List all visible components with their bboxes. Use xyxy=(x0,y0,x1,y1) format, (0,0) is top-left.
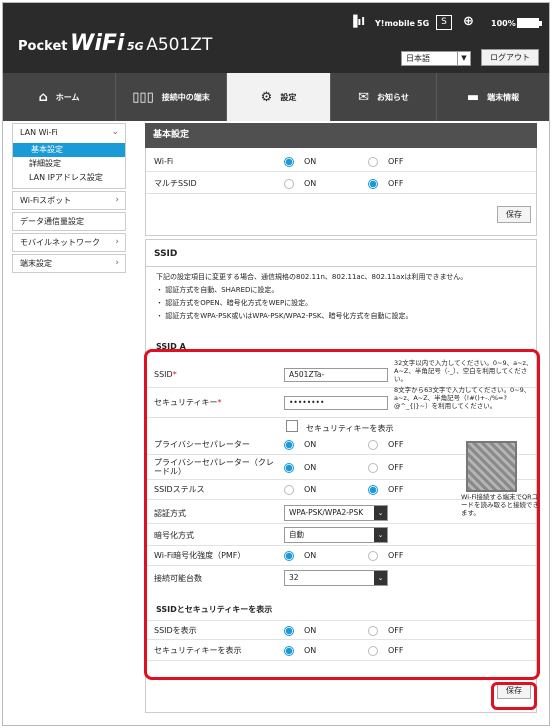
highlight-save xyxy=(491,682,537,710)
divider xyxy=(146,266,536,267)
section-ssid-title: SSID xyxy=(154,249,178,259)
brand-wifi: WiFi xyxy=(70,31,125,56)
sidebar-item-mobile[interactable]: モバイルネットワーク › xyxy=(12,233,126,252)
battery-label: 100% xyxy=(491,19,516,28)
sidebar-group-lan: LAN Wi-Fi ⌄ 基本設定 詳細設定 LAN IPアドレス設定 xyxy=(12,123,126,189)
chevron-up-icon: ⌄ xyxy=(111,127,119,137)
row-multi-ssid: マルチSSID ON OFF xyxy=(146,174,536,194)
sidebar: LAN Wi-Fi ⌄ 基本設定 詳細設定 LAN IPアドレス設定 Wi-Fiス… xyxy=(12,123,126,275)
signal-bars-icon: ▐ıl xyxy=(349,15,366,28)
language-select[interactable]: 日本語 ▼ xyxy=(401,51,471,66)
multi-ssid-label: マルチSSID xyxy=(154,179,197,188)
sidebar-item-data[interactable]: データ通信量設定 xyxy=(12,212,126,231)
brand-5g: 5G xyxy=(126,40,144,53)
brand-model: A501ZT xyxy=(146,35,213,55)
wifi-on-label: ON xyxy=(304,157,317,166)
tab-settings-label: 設定 xyxy=(280,92,297,102)
chevron-right-icon: › xyxy=(115,195,119,205)
chevron-right-icon: › xyxy=(115,258,119,268)
sim-icon: S xyxy=(436,15,452,30)
sidebar-item-label: モバイルネットワーク xyxy=(20,238,100,247)
sidebar-item-label: 端末設定 xyxy=(20,259,52,268)
wifi-on-radio[interactable] xyxy=(284,157,294,167)
chevron-right-icon: › xyxy=(115,237,119,247)
tab-home-label: ホーム xyxy=(55,92,80,102)
main-nav: ⌂ ホーム ▯▯▯ 接続中の端末 ⚙ 設定 ✉ お知らせ ▬ 端末情報 xyxy=(3,73,549,121)
carrier-label: Y!mobile xyxy=(375,19,415,28)
sidebar-item-basic[interactable]: 基本設定 xyxy=(13,143,125,157)
gear-icon: ⚙ xyxy=(260,89,273,105)
tab-device-info[interactable]: ▬ 端末情報 xyxy=(437,73,549,121)
ssid-bullet-2: ・ 認証方式をOPEN、暗号化方式をWEPに設定。 xyxy=(156,299,313,307)
sidebar-item-device[interactable]: 端末設定 › xyxy=(12,254,126,273)
device-info-icon: ▬ xyxy=(466,89,480,105)
row-wifi: Wi-Fi ON OFF xyxy=(146,152,536,172)
mail-icon: ✉ xyxy=(358,89,370,105)
tab-info-label: 端末情報 xyxy=(487,92,520,102)
tab-news[interactable]: ✉ お知らせ xyxy=(331,73,437,121)
multi-off-label: OFF xyxy=(388,179,404,188)
home-icon: ⌂ xyxy=(38,89,48,105)
wifi-off-label: OFF xyxy=(388,157,404,166)
language-value: 日本語 xyxy=(406,54,430,63)
tab-settings[interactable]: ⚙ 設定 xyxy=(227,73,331,121)
header: Pocket WiFi 5G A501ZT ▐ıl Y!mobile 5G S … xyxy=(3,3,549,73)
tab-home[interactable]: ⌂ ホーム xyxy=(3,73,116,121)
sidebar-item-label: Wi-Fiスポット xyxy=(20,196,72,205)
network-label: 5G xyxy=(417,19,430,28)
tab-devices-label: 接続中の端末 xyxy=(161,92,210,102)
chevron-down-icon: ▼ xyxy=(457,52,470,65)
sidebar-item-wifi-spot[interactable]: Wi-Fiスポット › xyxy=(12,191,126,210)
sidebar-item-label: LAN Wi-Fi xyxy=(20,128,58,137)
multi-on-radio[interactable] xyxy=(284,179,294,189)
battery-icon xyxy=(517,18,542,28)
multi-on-label: ON xyxy=(304,179,317,188)
section-basic: Wi-Fi ON OFF マルチSSID ON OFF 保存 xyxy=(145,148,537,236)
brand-logo: Pocket WiFi 5G A501ZT xyxy=(18,31,212,56)
sidebar-item-lan-wifi[interactable]: LAN Wi-Fi ⌄ xyxy=(13,124,125,143)
sidebar-item-label: データ通信量設定 xyxy=(20,217,84,226)
section-basic-title: 基本設定 xyxy=(145,123,537,148)
tab-news-label: お知らせ xyxy=(377,92,409,102)
logout-button[interactable]: ログアウト xyxy=(481,49,539,66)
multi-off-radio[interactable] xyxy=(368,179,378,189)
sidebar-item-lan-ip[interactable]: LAN IPアドレス設定 xyxy=(13,171,125,185)
ssid-bullet-1: ・ 認証方式を自動、SHAREDに設定。 xyxy=(156,286,279,294)
ssid-bullet-3: ・ 認証方式をWPA-PSK或いはWPA-PSK/WPA2-PSK、暗号化方式を… xyxy=(156,312,413,320)
ssid-intro: 下記の設定項目に変更する場合、通信規格の802.11n、802.11ac、802… xyxy=(156,273,468,281)
wifi-label: Wi-Fi xyxy=(154,157,174,166)
basic-save-button[interactable]: 保存 xyxy=(497,206,531,223)
sidebar-item-detail[interactable]: 詳細設定 xyxy=(13,157,125,171)
globe-icon: ⊕ xyxy=(463,14,474,29)
brand-pocket: Pocket xyxy=(18,39,68,54)
tab-devices[interactable]: ▯▯▯ 接続中の端末 xyxy=(116,73,227,121)
highlight-frame xyxy=(144,349,540,680)
devices-icon: ▯▯▯ xyxy=(132,89,154,105)
wifi-off-radio[interactable] xyxy=(368,157,378,167)
